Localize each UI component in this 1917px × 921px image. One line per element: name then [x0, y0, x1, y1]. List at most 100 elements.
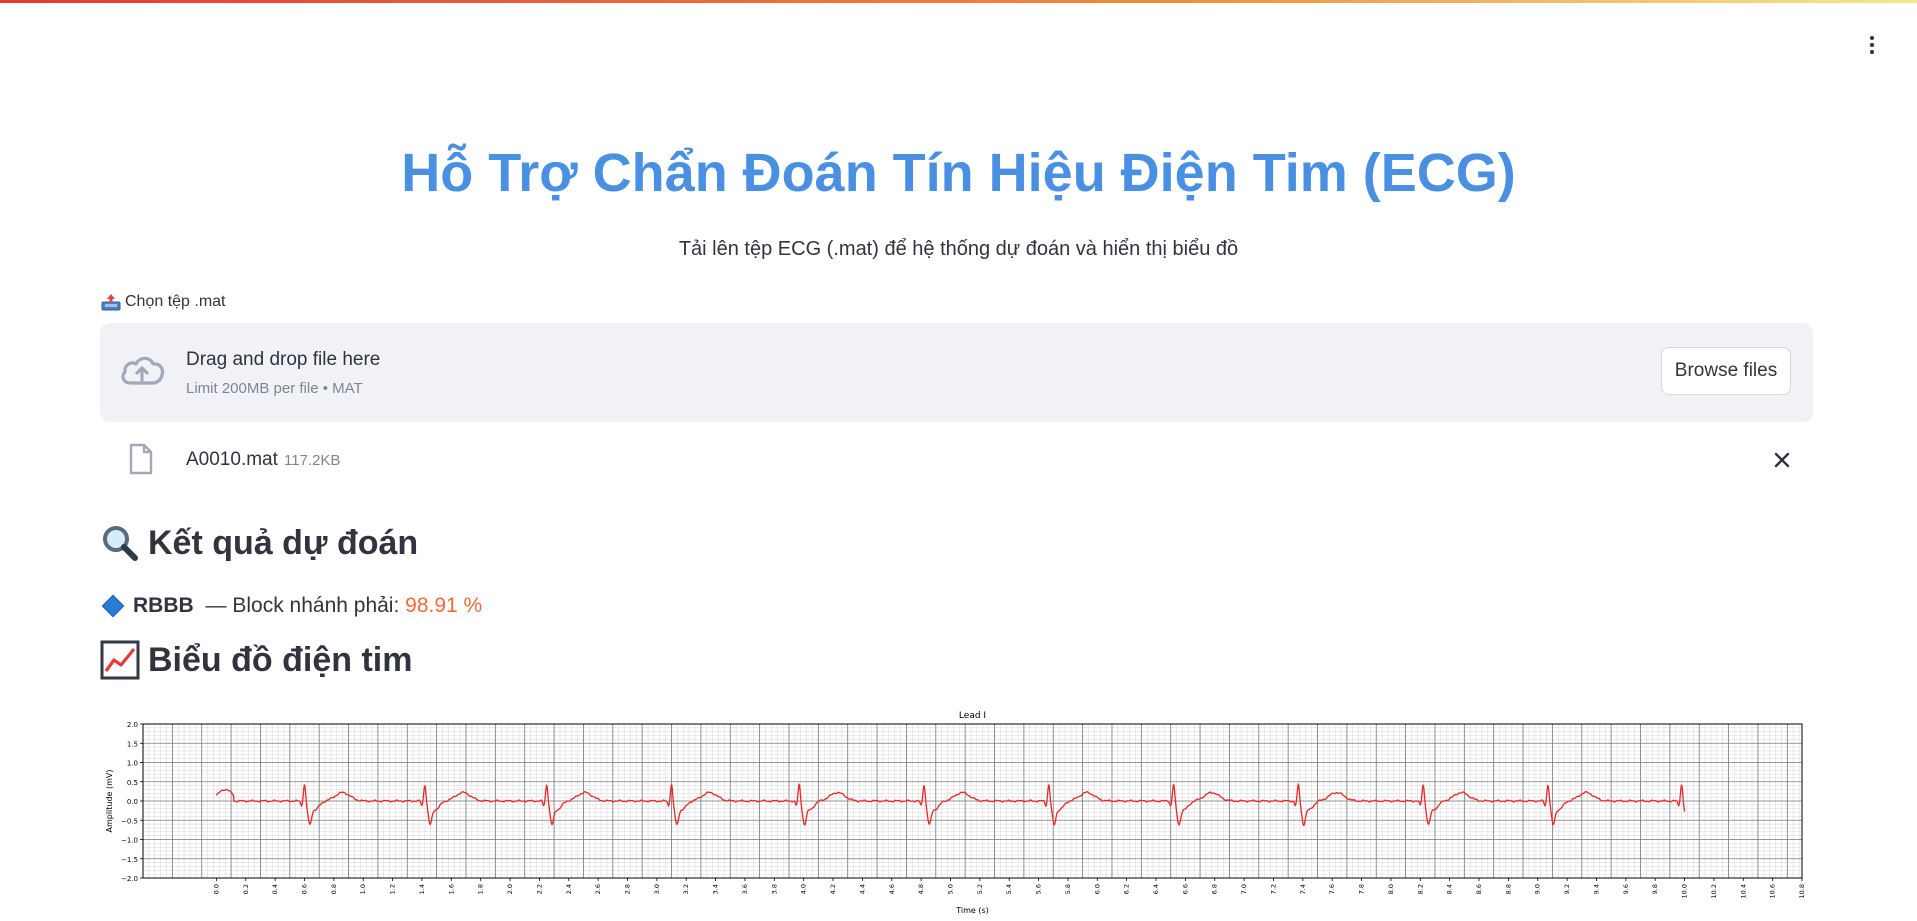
x-tick-label: 8.4: [1446, 884, 1454, 894]
file-icon: [129, 443, 153, 475]
x-tick-label: 6.8: [1211, 884, 1219, 894]
chart-heading: Biểu đồ điện tim: [100, 640, 412, 680]
x-tick-label: 0.8: [330, 884, 338, 894]
x-tick-label: 0.6: [300, 884, 308, 894]
prediction-label: Block nhánh phải:: [232, 594, 406, 617]
y-tick-label: −2.0: [121, 875, 138, 883]
prediction-line: RBBB — Block nhánh phải: 98.91 %: [101, 594, 482, 618]
remove-file-button[interactable]: [1768, 446, 1796, 474]
uploader-label-text: Chọn tệp .mat: [125, 293, 226, 310]
dropzone-limit: Limit 200MB per file • MAT: [186, 380, 363, 397]
y-tick-label: 2.0: [127, 721, 138, 729]
x-tick-label: 4.0: [800, 884, 808, 894]
x-tick-label: 5.4: [1005, 884, 1013, 894]
x-tick-label: 9.6: [1622, 884, 1630, 894]
y-tick-label: 0.0: [127, 798, 138, 806]
x-tick-label: 6.6: [1181, 884, 1189, 894]
x-tick-label: 3.8: [770, 884, 778, 894]
ecg-chart: −2.0 −1.5 −1.0 −0.5 0.0 0.5 1.0 1.5 2.0 0.0 0.2 0.…: [100, 702, 1820, 916]
prediction-probability: 98.91 %: [405, 594, 483, 617]
x-tick-label: 8.8: [1504, 884, 1512, 894]
x-tick-label: 0.4: [271, 884, 279, 894]
x-tick-label: 10.0: [1681, 884, 1689, 898]
file-size: 117.2KB: [284, 452, 341, 469]
x-tick-label: 5.0: [946, 884, 954, 894]
x-tick-label: 8.6: [1475, 884, 1483, 894]
x-tick-label: 4.6: [888, 884, 896, 894]
x-tick-label: 7.2: [1269, 884, 1277, 894]
chart-ylabel: Amplitude (mV): [105, 769, 114, 832]
x-tick-label: 4.4: [858, 884, 866, 894]
x-tick-label: 4.2: [829, 884, 837, 894]
main-menu-button[interactable]: [1860, 30, 1884, 60]
x-tick-label: 4.8: [917, 884, 925, 894]
x-tick-label: 9.8: [1651, 884, 1659, 894]
x-tick-label: 1.8: [477, 884, 485, 894]
inbox-tray-icon: [101, 294, 121, 311]
chart-title: Lead I: [959, 711, 986, 721]
chart-xlabel: Time (s): [955, 906, 989, 915]
x-tick-label: 5.8: [1064, 884, 1072, 894]
uploader-label: Chọn tệp .mat: [101, 293, 226, 311]
result-heading: Kết quả dự đoán: [100, 523, 418, 563]
x-tick-label: 2.2: [535, 884, 543, 894]
x-tick-label: 1.6: [447, 884, 455, 894]
x-tick-label: 2.4: [565, 884, 573, 894]
top-decoration-bar: [0, 0, 1917, 3]
kebab-menu-icon: [1870, 36, 1874, 40]
chart-heading-text: Biểu đồ điện tim: [148, 640, 413, 679]
x-tick-label: 2.8: [623, 884, 631, 894]
y-tick-label: −1.0: [121, 837, 138, 845]
x-tick-label: 10.6: [1769, 884, 1777, 898]
ecg-chart-svg: −2.0 −1.5 −1.0 −0.5 0.0 0.5 1.0 1.5 2.0 0.0 0.2 0.…: [105, 711, 1806, 915]
x-tick-label: 5.6: [1035, 884, 1043, 894]
x-tick-label: 5.2: [976, 884, 984, 894]
file-dropzone[interactable]: Drag and drop file here Limit 200MB per …: [100, 323, 1813, 422]
result-heading-text: Kết quả dự đoán: [148, 523, 419, 562]
x-tick-label: 2.6: [594, 884, 602, 894]
x-tick-label: 10.2: [1710, 884, 1718, 898]
dropzone-instruction: Drag and drop file here: [186, 349, 381, 370]
page-title: Hỗ Trợ Chẩn Đoán Tín Hiệu Điện Tim (ECG): [401, 143, 1516, 203]
x-tick-label: 10.8: [1798, 884, 1806, 898]
prediction-code: RBBB: [133, 594, 194, 617]
page-subtitle: Tải lên tệp ECG (.mat) để hệ thống dự đo…: [678, 238, 1239, 260]
y-tick-label: 0.5: [127, 779, 138, 787]
x-tick-label: 6.0: [1093, 884, 1101, 894]
cloud-upload-icon: [121, 356, 165, 385]
x-tick-label: 1.2: [389, 884, 397, 894]
x-tick-label: 1.0: [359, 884, 367, 894]
prediction-separator: —: [199, 594, 233, 617]
magnifier-icon: [103, 526, 138, 561]
chart-increasing-icon: [100, 640, 140, 680]
x-tick-label: 0.0: [212, 884, 220, 894]
x-tick-label: 7.8: [1358, 884, 1366, 894]
y-tick-label: 1.5: [127, 740, 138, 748]
x-tick-label: 6.4: [1152, 884, 1160, 894]
x-tick-label: 3.2: [682, 884, 690, 894]
x-tick-label: 8.0: [1387, 884, 1395, 894]
x-tick-label: 3.6: [741, 884, 749, 894]
blue-diamond-icon: [101, 594, 125, 618]
x-tick-label: 10.4: [1739, 884, 1747, 898]
x-tick-label: 3.0: [653, 884, 661, 894]
x-tick-label: 3.4: [712, 884, 720, 894]
y-tick-label: 1.0: [127, 760, 138, 768]
close-icon: [1774, 452, 1790, 468]
x-tick-label: 9.2: [1563, 884, 1571, 894]
x-tick-label: 2.0: [506, 884, 514, 894]
x-tick-label: 7.4: [1299, 884, 1307, 894]
x-tick-label: 9.0: [1534, 884, 1542, 894]
uploaded-file-row: A0010.mat 117.2KB: [100, 440, 1813, 482]
x-tick-label: 6.2: [1123, 884, 1131, 894]
y-tick-label: −1.5: [121, 856, 138, 864]
x-tick-label: 7.0: [1240, 884, 1248, 894]
x-tick-label: 7.6: [1328, 884, 1336, 894]
x-tick-label: 9.4: [1592, 884, 1600, 894]
x-tick-label: 0.2: [242, 884, 250, 894]
x-tick-label: 1.4: [418, 884, 426, 894]
browse-files-button[interactable]: Browse files: [1661, 347, 1791, 395]
file-name: A0010.mat: [186, 449, 278, 470]
x-tick-label: 8.2: [1416, 884, 1424, 894]
y-tick-label: −0.5: [121, 817, 138, 825]
